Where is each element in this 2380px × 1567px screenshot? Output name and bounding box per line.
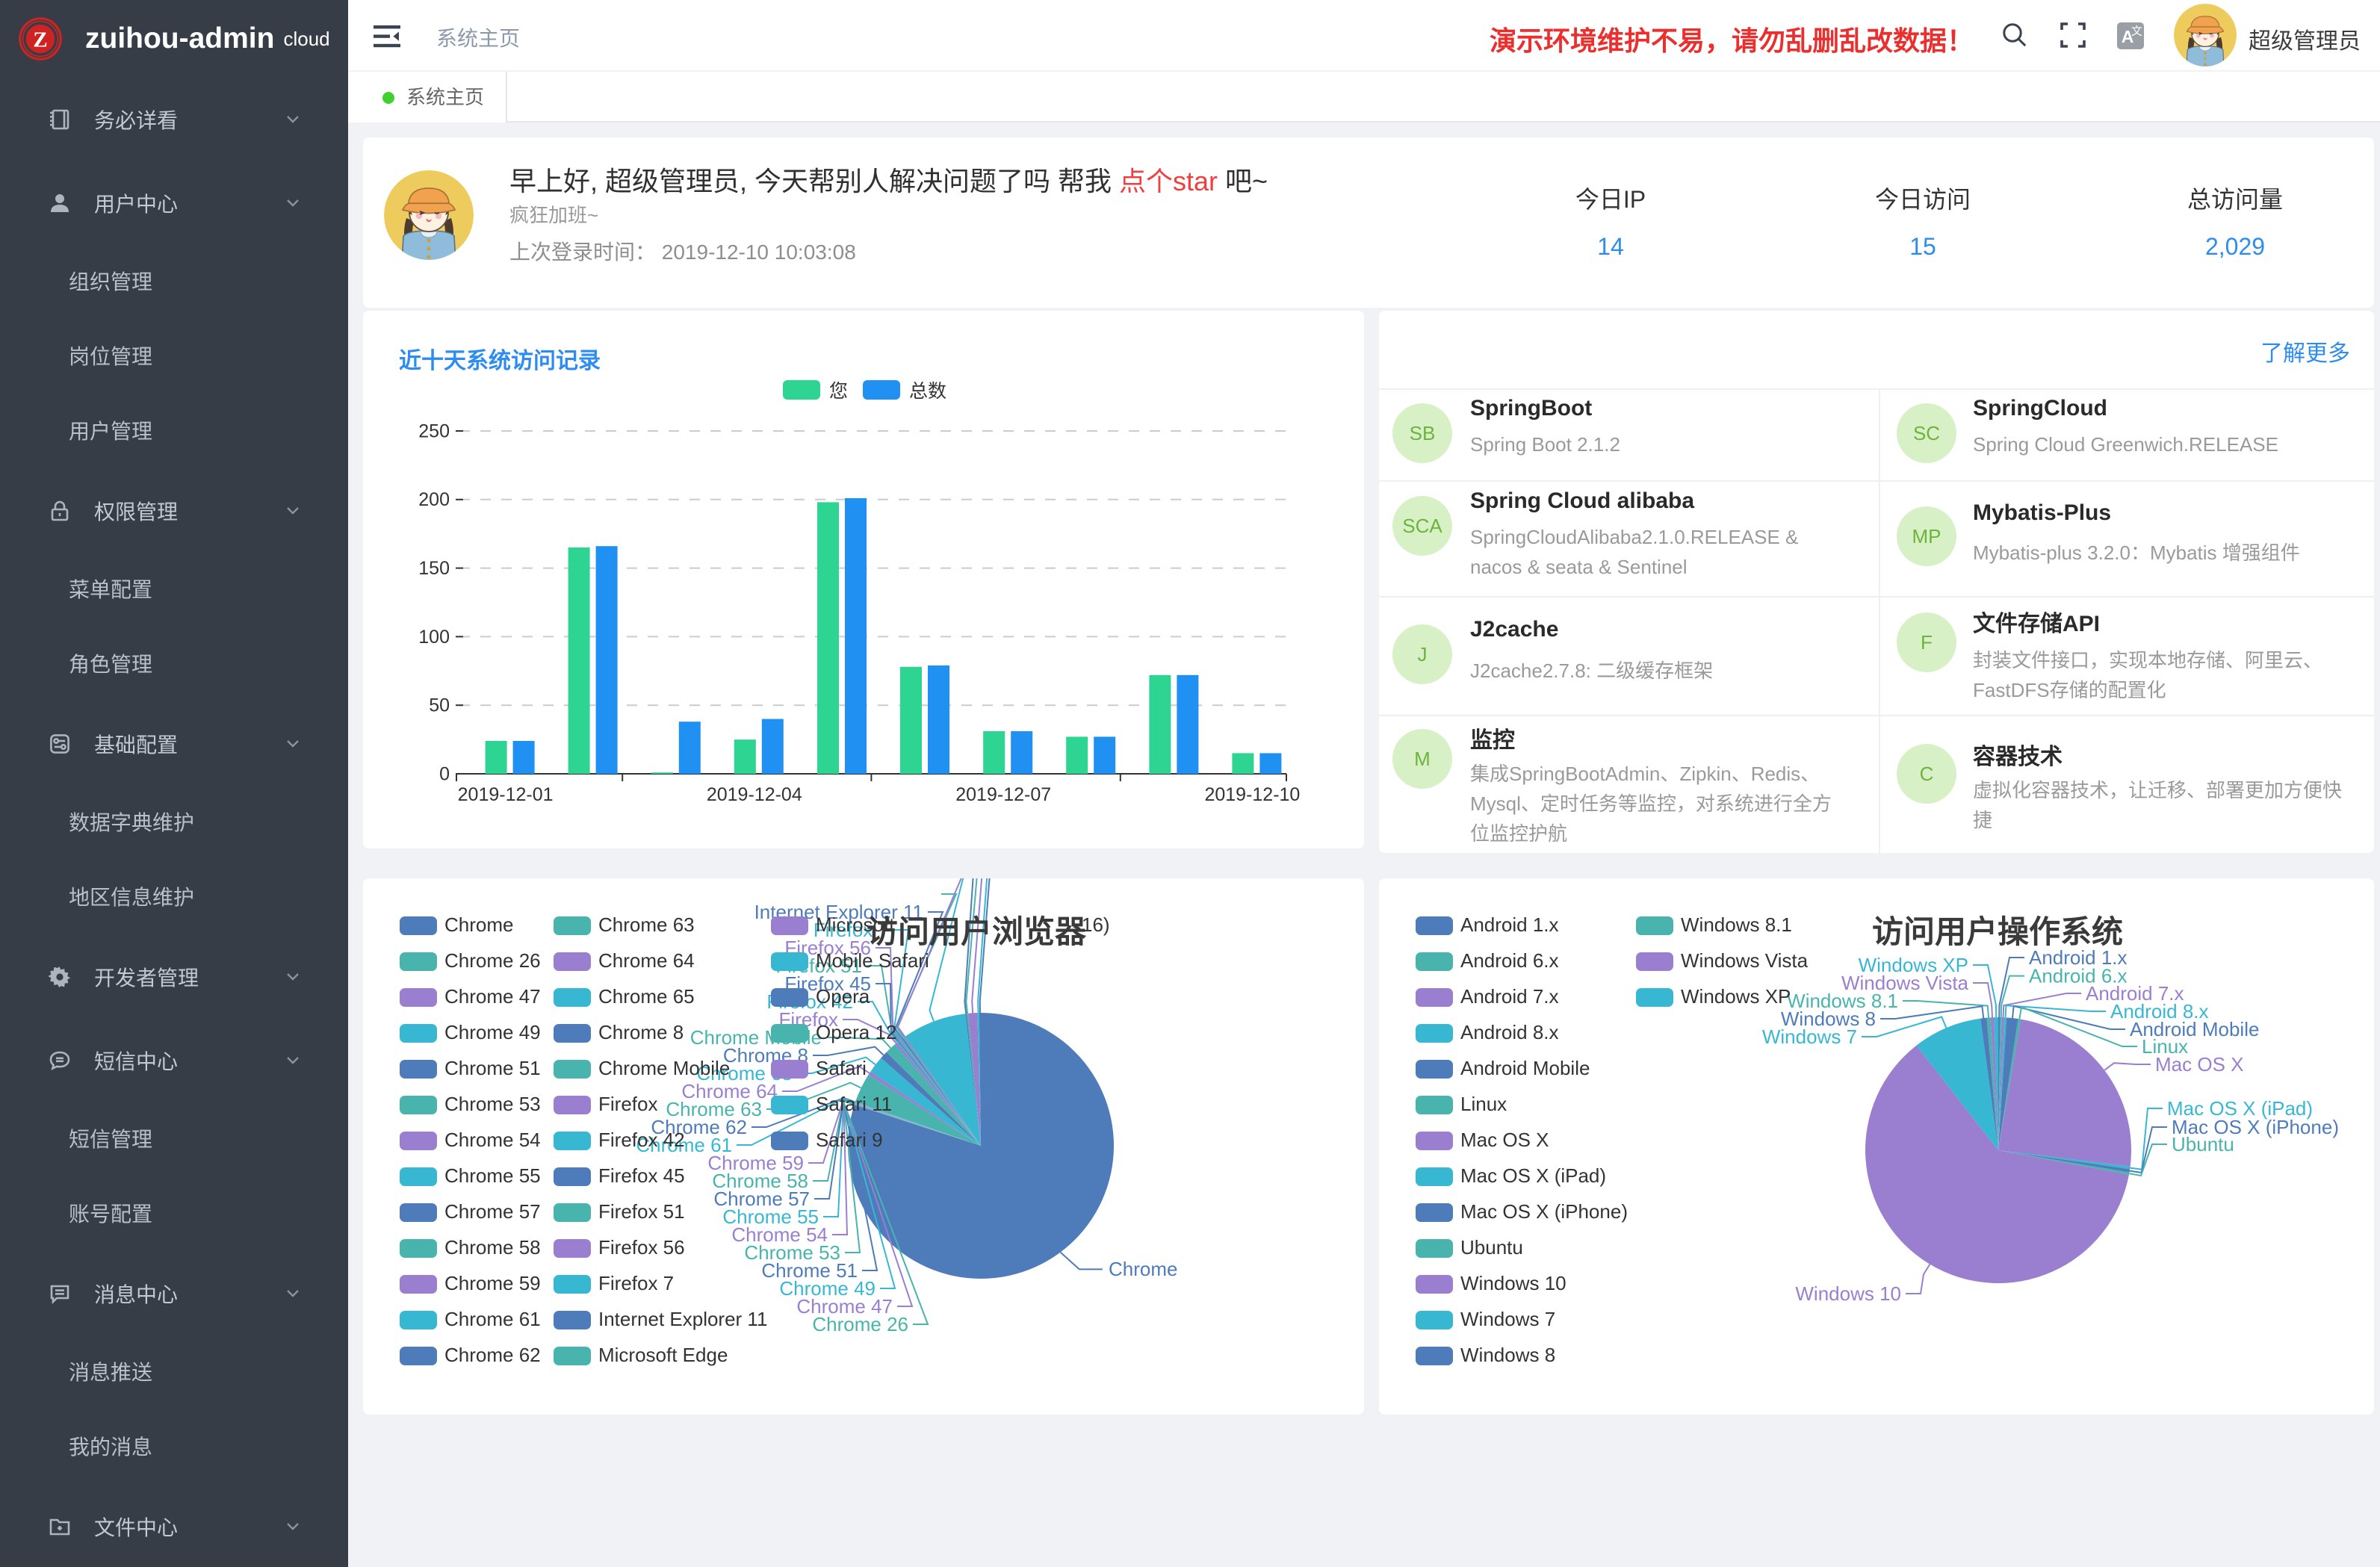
svg-text:Ubuntu: Ubuntu xyxy=(2172,1133,2234,1155)
svg-text:150: 150 xyxy=(418,558,450,579)
svg-text:2019-12-04: 2019-12-04 xyxy=(707,784,802,805)
svg-text:Windows 10: Windows 10 xyxy=(1795,1282,1901,1305)
svg-text:2019-12-07: 2019-12-07 xyxy=(955,784,1051,805)
svg-text:Z: Z xyxy=(33,28,47,52)
svg-text:文: 文 xyxy=(2131,25,2142,38)
svg-text:Windows 7: Windows 7 xyxy=(1762,1025,1857,1048)
svg-text:250: 250 xyxy=(418,421,450,441)
svg-text:0: 0 xyxy=(439,763,450,784)
svg-text:2019-12-01: 2019-12-01 xyxy=(458,784,554,805)
svg-text:2019-12-10: 2019-12-10 xyxy=(1204,784,1300,805)
svg-text:Chrome 26: Chrome 26 xyxy=(812,1313,908,1335)
svg-text:200: 200 xyxy=(418,489,450,510)
svg-text:50: 50 xyxy=(429,695,450,716)
svg-text:Mac OS X: Mac OS X xyxy=(2155,1053,2243,1076)
svg-text:Chrome: Chrome xyxy=(1109,1258,1177,1280)
svg-text:100: 100 xyxy=(418,627,450,648)
